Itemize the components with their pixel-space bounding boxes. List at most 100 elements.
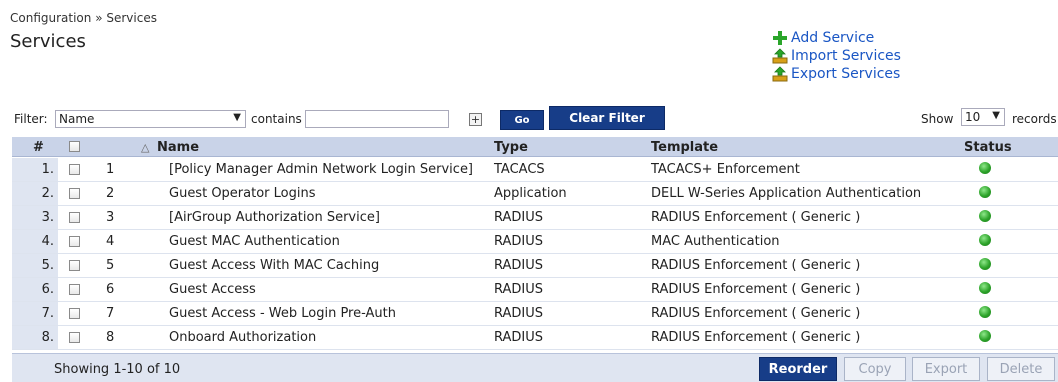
select-all-checkbox[interactable] [69,141,80,152]
import-services-label: Import Services [791,48,901,64]
header-type[interactable]: Type [494,140,528,155]
header-template[interactable]: Template [651,140,718,155]
actions-panel: Add Service Import Services Export Servi… [772,29,901,83]
status-enabled-icon [979,162,991,174]
row-number: 1. [12,158,58,181]
export-services-label: Export Services [791,66,901,82]
header-name[interactable]: Name [157,140,199,155]
header-status[interactable]: Status [964,140,1012,155]
records-label: records [1012,112,1057,126]
chevron-down-icon: ▼ [233,112,241,123]
row-order: 3 [106,210,115,225]
delete-button[interactable]: Delete [987,357,1055,381]
table-row[interactable]: 8. 8 Onboard Authorization RADIUS RADIUS… [12,326,1058,350]
row-type: RADIUS [494,306,544,321]
row-name: Guest Operator Logins [169,186,316,201]
sort-asc-icon[interactable]: △ [141,141,149,154]
filter-field-select[interactable]: Name ▼ [55,110,246,128]
import-icon [772,48,788,64]
status-enabled-icon [979,306,991,318]
status-enabled-icon [979,234,991,246]
row-order: 4 [106,234,115,249]
row-number: 7. [12,302,58,325]
import-services-link[interactable]: Import Services [772,47,901,65]
table-row[interactable]: 4. 4 Guest MAC Authentication RADIUS MAC… [12,230,1058,254]
row-type: RADIUS [494,234,544,249]
status-enabled-icon [979,186,991,198]
header-num: # [33,140,44,155]
row-checkbox[interactable] [69,188,80,199]
row-number: 3. [12,206,58,229]
row-name: Guest Access [169,282,256,297]
go-button[interactable]: Go [500,110,544,130]
status-enabled-icon [979,210,991,222]
table-row[interactable]: 2. 2 Guest Operator Logins Application D… [12,182,1058,206]
row-number: 4. [12,230,58,253]
row-order: 2 [106,186,115,201]
row-template: RADIUS Enforcement ( Generic ) [651,258,861,273]
services-table: # △ Name Type Template Status 1. 1 [Poli… [12,137,1058,382]
table-row[interactable]: 3. 3 [AirGroup Authorization Service] RA… [12,206,1058,230]
filter-bar: Filter: Name ▼ contains + Go Clear Filte… [14,106,1058,130]
row-template: RADIUS Enforcement ( Generic ) [651,330,861,345]
row-checkbox[interactable] [69,260,80,271]
reorder-button[interactable]: Reorder [759,357,837,381]
row-number: 5. [12,254,58,277]
row-type: RADIUS [494,210,544,225]
row-template: MAC Authentication [651,234,780,249]
row-name: [AirGroup Authorization Service] [169,210,380,225]
row-order: 5 [106,258,115,273]
status-enabled-icon [979,330,991,342]
row-order: 7 [106,306,115,321]
row-checkbox[interactable] [69,212,80,223]
row-number: 8. [12,326,58,349]
row-checkbox[interactable] [69,284,80,295]
export-icon [772,66,788,82]
filter-value-input[interactable] [305,110,449,128]
export-button[interactable]: Export [912,357,980,381]
row-type: RADIUS [494,330,544,345]
page-size-value: 10 [965,110,981,124]
row-order: 6 [106,282,115,297]
add-service-label: Add Service [791,30,875,46]
copy-button[interactable]: Copy [844,357,906,381]
row-name: Guest Access With MAC Caching [169,258,380,273]
row-checkbox[interactable] [69,332,80,343]
row-name: Onboard Authorization [169,330,317,345]
filter-operator-label: contains [251,112,302,126]
row-type: Application [494,186,567,201]
table-footer: Showing 1-10 of 10 Reorder Copy Export D… [12,353,1058,382]
table-header: # △ Name Type Template Status [12,137,1058,157]
row-name: Guest Access - Web Login Pre-Auth [169,306,396,321]
table-row[interactable]: 7. 7 Guest Access - Web Login Pre-Auth R… [12,302,1058,326]
row-number: 2. [12,182,58,205]
row-type: RADIUS [494,258,544,273]
filter-label: Filter: [14,112,48,126]
export-services-link[interactable]: Export Services [772,65,901,83]
table-row[interactable]: 6. 6 Guest Access RADIUS RADIUS Enforcem… [12,278,1058,302]
row-checkbox[interactable] [69,164,80,175]
status-enabled-icon [979,282,991,294]
row-template: RADIUS Enforcement ( Generic ) [651,306,861,321]
show-label: Show [921,112,954,126]
row-template: RADIUS Enforcement ( Generic ) [651,210,861,225]
clear-filter-button[interactable]: Clear Filter [549,106,665,130]
row-checkbox[interactable] [69,236,80,247]
showing-count: Showing 1-10 of 10 [54,362,181,377]
table-row[interactable]: 1. 1 [Policy Manager Admin Network Login… [12,158,1058,182]
page-size-select[interactable]: 10 ▼ [961,108,1005,126]
row-number: 6. [12,278,58,301]
add-filter-button[interactable]: + [469,113,482,126]
table-row[interactable]: 5. 5 Guest Access With MAC Caching RADIU… [12,254,1058,278]
row-type: TACACS [494,162,545,177]
row-checkbox[interactable] [69,308,80,319]
row-order: 8 [106,330,115,345]
row-template: DELL W-Series Application Authentication [651,186,922,201]
add-service-link[interactable]: Add Service [772,29,901,47]
row-template: TACACS+ Enforcement [651,162,800,177]
add-icon [772,30,788,46]
row-name: [Policy Manager Admin Network Login Serv… [169,162,474,177]
breadcrumb: Configuration » Services [10,11,157,25]
filter-field-value: Name [59,112,95,126]
page-title: Services [10,31,86,52]
